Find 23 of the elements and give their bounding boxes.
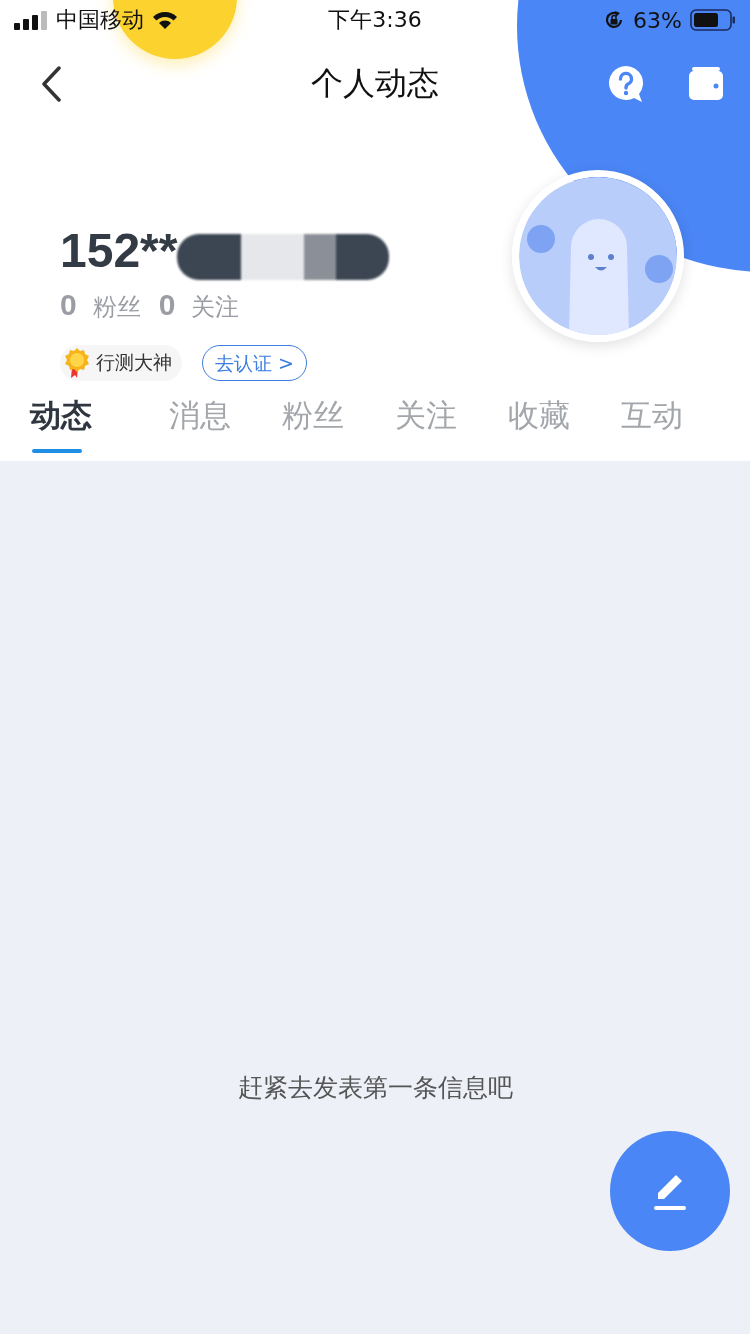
following-label: 关注 (191, 292, 240, 323)
wallet-icon[interactable] (688, 67, 724, 101)
tab[interactable]: 动态 (30, 387, 143, 453)
tab[interactable]: 互动 (595, 387, 708, 453)
tab[interactable]: 收藏 (482, 387, 595, 453)
following-count: 0 (158, 288, 176, 322)
badge-label: 行测大神 (96, 350, 172, 375)
back-icon[interactable] (40, 66, 62, 102)
page-title: 个人动态 (310, 63, 440, 104)
help-icon[interactable] (606, 64, 646, 104)
battery-icon (690, 9, 736, 31)
wifi-icon (152, 10, 178, 30)
battery-percent: 63% (633, 7, 682, 33)
username: 152** (60, 222, 178, 278)
tab[interactable]: 关注 (369, 387, 482, 453)
tab[interactable]: 消息 (143, 387, 256, 453)
empty-message: 赶紧去发表第一条信息吧 (237, 1072, 513, 1104)
signal-icon (14, 10, 48, 30)
status-time: 下午3:36 (328, 6, 422, 34)
followers-count: 0 (60, 288, 77, 322)
tab[interactable]: 粉丝 (256, 387, 369, 453)
medal-icon (64, 347, 90, 379)
followers-label: 粉丝 (92, 292, 141, 323)
